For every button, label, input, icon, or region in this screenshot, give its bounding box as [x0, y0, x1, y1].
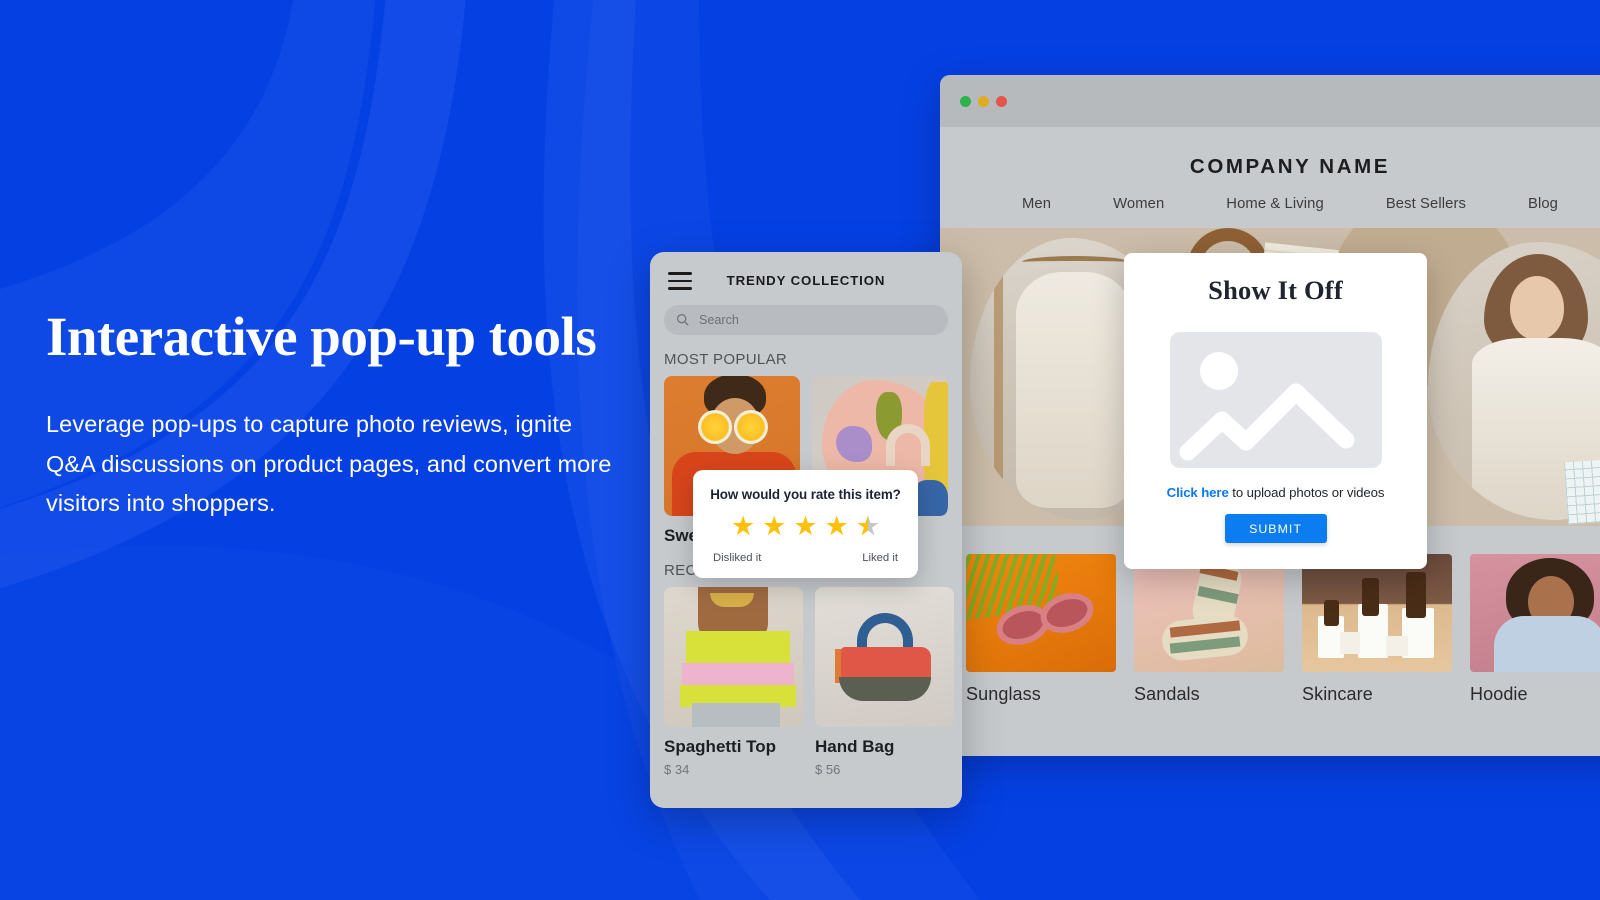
product-name-skincare: Skincare — [1302, 684, 1373, 704]
search-icon — [677, 314, 689, 326]
app-product-price-spaghetti-top: $ 34 — [664, 761, 690, 777]
nav-item-blog[interactable]: Blog — [1528, 196, 1558, 212]
upload-popup: Show It Off Click here to upload photos … — [1124, 253, 1427, 569]
app-product-image-spaghetti-top — [664, 586, 803, 727]
star-1-icon[interactable]: ★ — [731, 513, 755, 540]
star-3-icon[interactable]: ★ — [793, 513, 817, 540]
recent-products-row: Spaghetti Top $ 34 Hand Bag $ 56 — [650, 586, 962, 777]
browser-titlebar — [940, 75, 1600, 127]
app-search-bar[interactable]: Search — [664, 304, 948, 335]
upload-popup-title: Show It Off — [1208, 275, 1343, 305]
app-product-card-hand-bag[interactable]: Hand Bag $ 56 — [815, 586, 954, 777]
hero-text-block: Interactive pop-up tools Leverage pop-up… — [46, 300, 626, 524]
window-dot-green-icon[interactable] — [960, 95, 971, 107]
hero-grid-decoration — [1563, 457, 1600, 525]
nav-item-women[interactable]: Women — [1113, 196, 1164, 212]
product-image-hoodie — [1470, 554, 1600, 672]
nav-item-home-living[interactable]: Home & Living — [1226, 196, 1324, 212]
submit-button[interactable]: SUBMIT — [1224, 514, 1327, 543]
app-product-name-hand-bag: Hand Bag — [815, 736, 895, 756]
product-image-sunglass — [966, 554, 1116, 672]
nav-item-best-sellers[interactable]: Best Sellers — [1386, 196, 1466, 212]
star-5-half-icon[interactable]: ★ — [856, 513, 880, 541]
product-card-skincare[interactable]: Skincare — [1302, 554, 1452, 705]
search-input[interactable]: Search — [699, 313, 739, 327]
page-title: Interactive pop-up tools — [46, 306, 597, 367]
app-product-image-hand-bag — [815, 586, 954, 727]
hero-subtitle: Leverage pop-ups to capture photo review… — [46, 411, 612, 517]
image-placeholder-icon[interactable] — [1169, 332, 1382, 468]
app-top-bar: TRENDY COLLECTION — [650, 252, 962, 290]
product-name-hoodie: Hoodie — [1470, 684, 1528, 704]
app-title: TRENDY COLLECTION — [726, 273, 886, 289]
product-card-sunglass[interactable]: Sunglass — [966, 554, 1116, 705]
app-product-price-hand-bag: $ 56 — [815, 761, 841, 777]
site-navigation: Men Women Home & Living Best Sellers Blo… — [940, 179, 1600, 228]
upload-click-here-link[interactable]: Click here — [1167, 485, 1229, 500]
rating-scale-labels: Disliked it Liked it — [709, 552, 902, 564]
app-product-card-spaghetti-top[interactable]: Spaghetti Top $ 34 — [664, 586, 803, 777]
star-2-icon[interactable]: ★ — [762, 513, 786, 540]
product-image-skincare — [1302, 554, 1452, 672]
upload-hint-text: Click here to upload photos or videos — [1148, 485, 1403, 500]
app-product-name-spaghetti-top: Spaghetti Top — [664, 736, 777, 756]
star-rating-control[interactable]: ★ ★ ★ ★ ★ — [709, 513, 902, 541]
product-card-hoodie[interactable]: Hoodie — [1470, 554, 1600, 705]
upload-hint-suffix: to upload photos or videos — [1228, 485, 1385, 500]
product-image-sandals — [1134, 554, 1284, 672]
nav-item-men[interactable]: Men — [1022, 196, 1051, 212]
placeholder-mountain-icon — [1179, 383, 1354, 461]
rating-high-label: Liked it — [862, 552, 898, 564]
star-4-icon[interactable]: ★ — [825, 513, 849, 540]
rating-low-label: Disliked it — [713, 552, 762, 564]
window-dot-red-icon[interactable] — [996, 95, 1007, 107]
product-card-sandals[interactable]: Sandals — [1134, 554, 1284, 705]
product-name-sandals: Sandals — [1134, 684, 1200, 704]
rating-popup: How would you rate this item? ★ ★ ★ ★ ★ … — [693, 470, 918, 578]
window-dot-yellow-icon[interactable] — [978, 95, 989, 107]
site-brand-title: COMPANY NAME — [1189, 155, 1391, 178]
rating-question-label: How would you rate this item? — [710, 487, 901, 502]
product-name-sunglass: Sunglass — [966, 684, 1041, 704]
section-title-most-popular: MOST POPULAR — [664, 350, 788, 368]
